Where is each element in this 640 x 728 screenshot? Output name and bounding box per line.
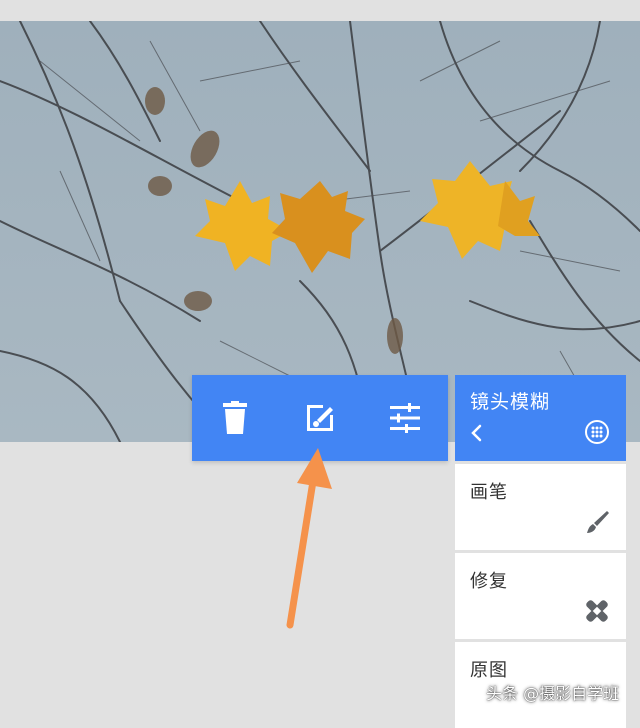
brush-icon bbox=[587, 511, 609, 533]
watermark: 头条 @摄影自学班 bbox=[486, 684, 620, 703]
panel-header: 镜头模糊 bbox=[455, 375, 626, 461]
panel-item-label: 原图 bbox=[470, 660, 508, 681]
chevron-left-icon[interactable] bbox=[467, 423, 487, 443]
annotation-arrow bbox=[286, 448, 332, 629]
sliders-icon bbox=[390, 403, 421, 433]
panel-item-repair[interactable]: 修复 bbox=[455, 553, 626, 639]
tools-panel: 镜头模糊 画笔 修复 原图 bbox=[455, 375, 626, 728]
panel-item-label: 画笔 bbox=[470, 482, 508, 503]
panel-title: 镜头模糊 bbox=[470, 391, 551, 413]
adjust-button[interactable] bbox=[375, 388, 435, 448]
bandage-icon bbox=[586, 600, 608, 622]
edit-button[interactable] bbox=[290, 388, 350, 448]
panel-item-label: 修复 bbox=[470, 571, 508, 592]
edit-brush-icon bbox=[306, 405, 333, 431]
delete-button[interactable] bbox=[205, 388, 265, 448]
dots-circle-icon[interactable] bbox=[583, 418, 611, 446]
panel-item-brush[interactable]: 画笔 bbox=[455, 464, 626, 550]
trash-icon bbox=[222, 401, 247, 434]
